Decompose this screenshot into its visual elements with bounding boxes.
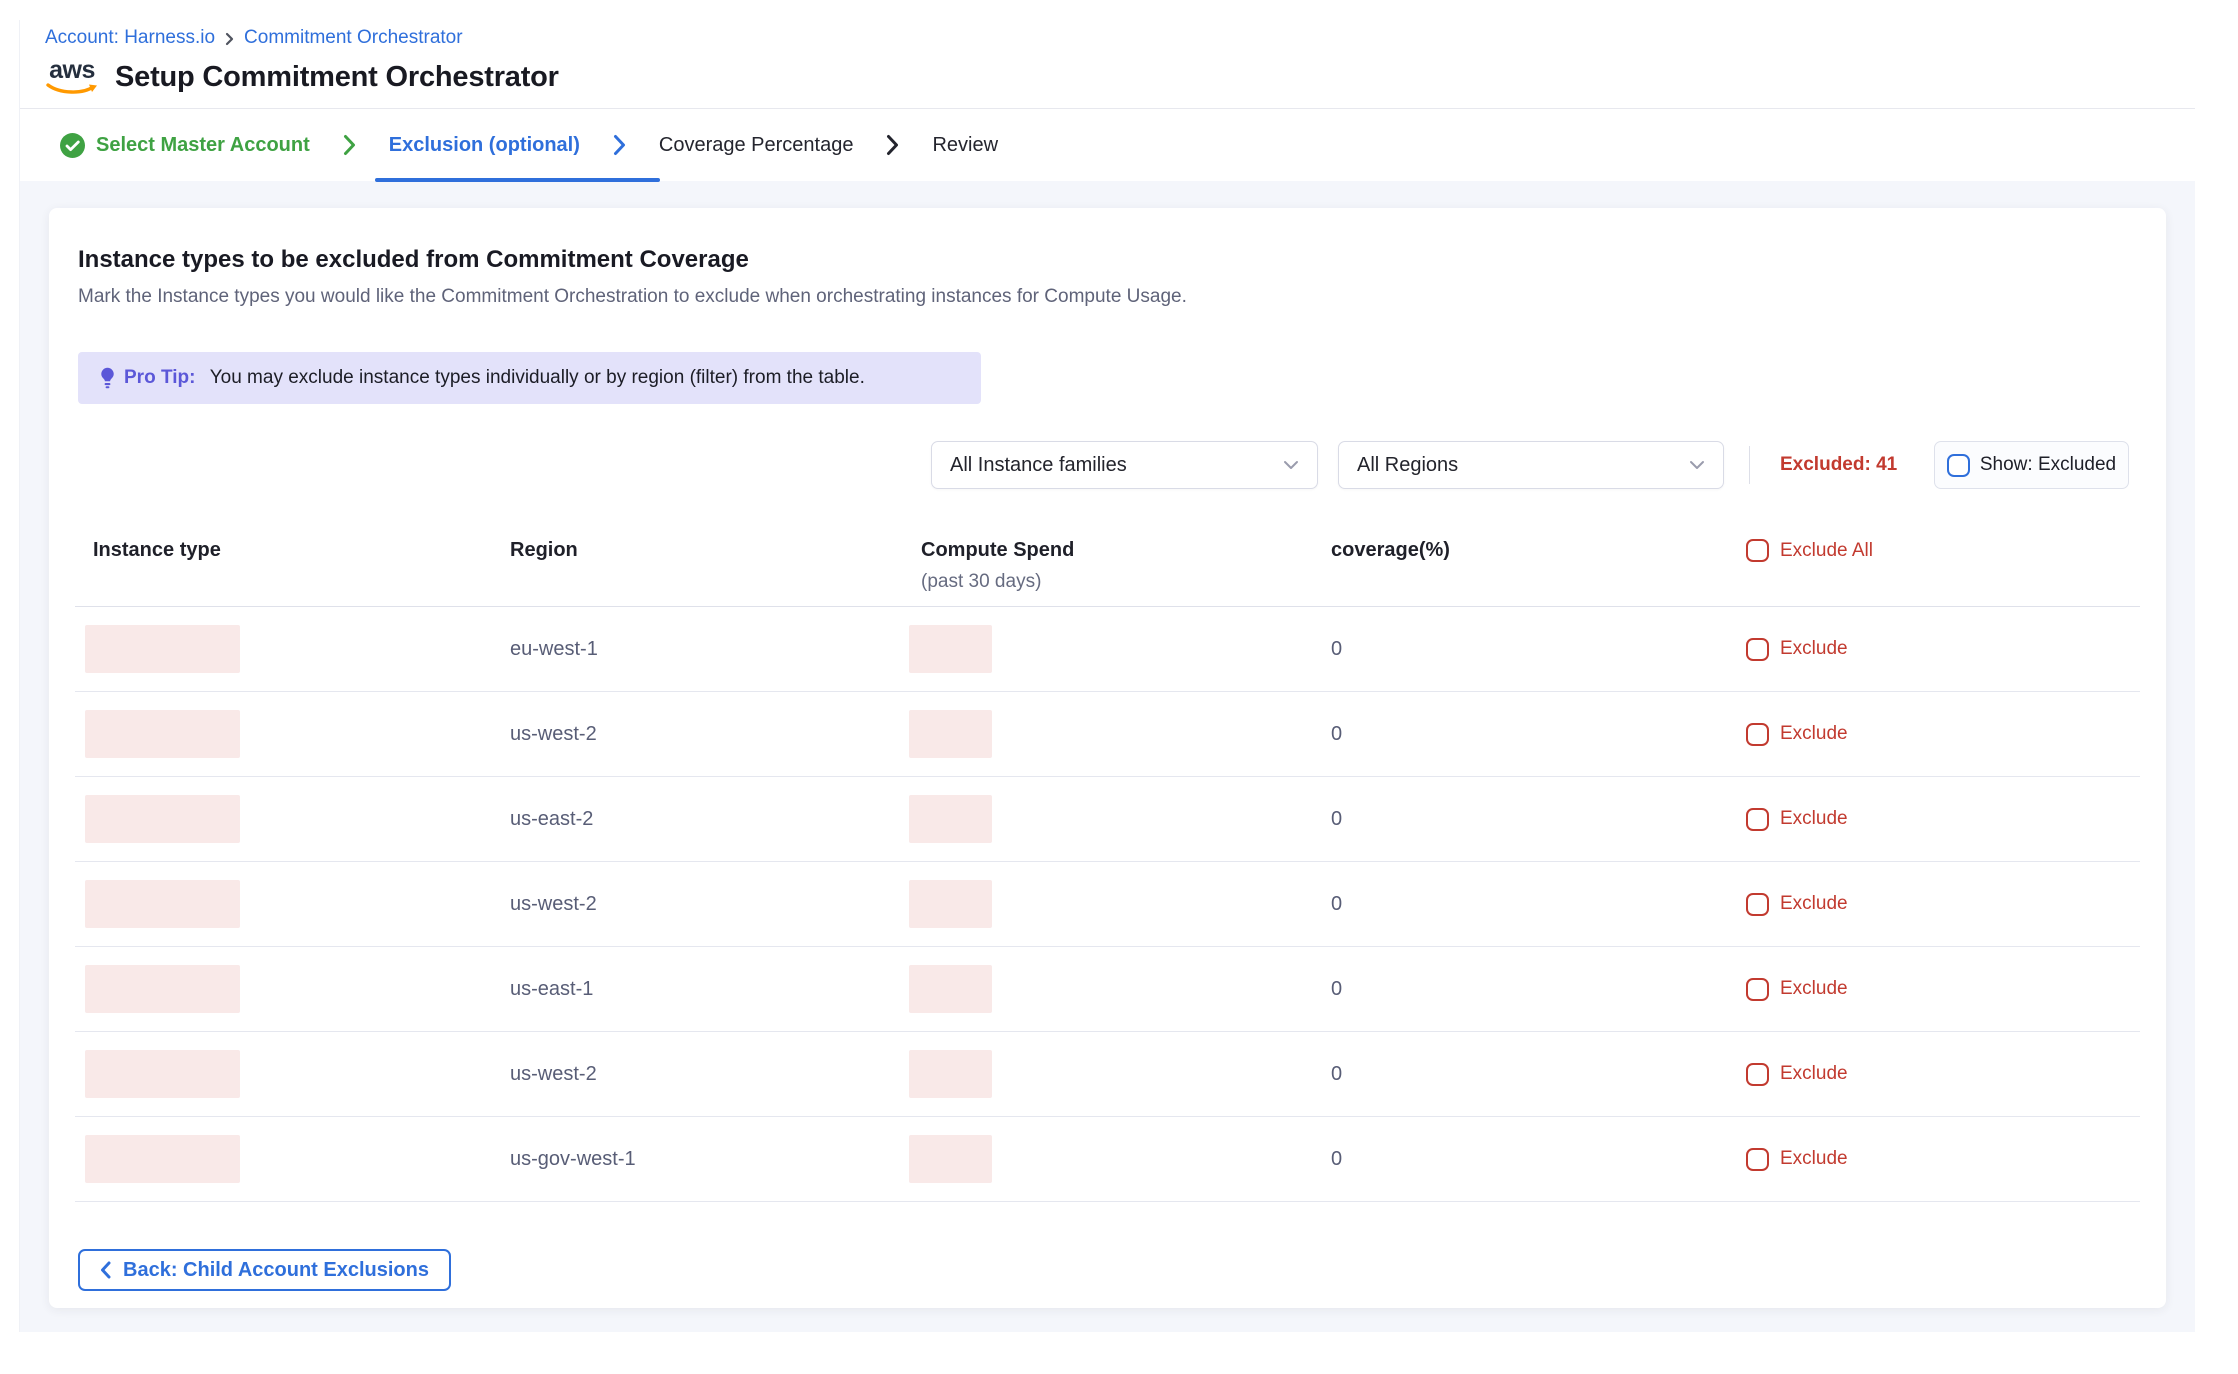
step-exclusion-optional[interactable]: Exclusion (optional) bbox=[389, 134, 580, 157]
table-row: us-gov-west-1 0 Exclude bbox=[75, 1117, 2140, 1202]
column-header-compute-spend: Compute Spend (past 30 days) bbox=[909, 539, 1331, 593]
exclude-checkbox[interactable] bbox=[1746, 723, 1769, 746]
back-button[interactable]: Back: Child Account Exclusions bbox=[78, 1249, 451, 1291]
exclude-label[interactable]: Exclude bbox=[1780, 638, 1848, 660]
compute-spend-redacted bbox=[909, 1050, 992, 1098]
table-row: us-west-2 0 Exclude bbox=[75, 862, 2140, 947]
compute-spend-redacted bbox=[909, 880, 992, 928]
instance-families-dropdown[interactable]: All Instance families bbox=[931, 441, 1318, 489]
instance-type-redacted bbox=[85, 625, 240, 673]
table-row: us-west-2 0 Exclude bbox=[75, 1032, 2140, 1117]
column-header-exclude-all: Exclude All bbox=[1746, 539, 2140, 562]
vertical-divider bbox=[1749, 446, 1750, 484]
exclude-all-checkbox[interactable] bbox=[1746, 539, 1769, 562]
chevron-right-icon bbox=[343, 134, 356, 156]
filter-row: All Instance families All Regions Exclud… bbox=[49, 441, 2166, 491]
table-row: eu-west-1 0 Exclude bbox=[75, 607, 2140, 692]
compute-spend-redacted bbox=[909, 795, 992, 843]
show-excluded-toggle[interactable]: Show: Excluded bbox=[1934, 441, 2129, 489]
compute-spend-redacted bbox=[909, 625, 992, 673]
exclude-checkbox[interactable] bbox=[1746, 1063, 1769, 1086]
check-icon bbox=[59, 132, 86, 159]
card-title: Instance types to be excluded from Commi… bbox=[78, 246, 2128, 274]
exclusion-card: Instance types to be excluded from Commi… bbox=[49, 208, 2166, 1308]
instance-type-redacted bbox=[85, 795, 240, 843]
pro-tip-text: You may exclude instance types individua… bbox=[210, 367, 865, 389]
exclude-label[interactable]: Exclude bbox=[1780, 1148, 1848, 1170]
coverage-cell: 0 bbox=[1331, 1148, 1746, 1171]
breadcrumb-account-link[interactable]: Account: Harness.io bbox=[45, 27, 215, 49]
step-review[interactable]: Review bbox=[932, 134, 998, 157]
exclude-label[interactable]: Exclude bbox=[1780, 808, 1848, 830]
exclude-checkbox[interactable] bbox=[1746, 1148, 1769, 1171]
exclude-checkbox[interactable] bbox=[1746, 978, 1769, 1001]
excluded-count: Excluded: 41 bbox=[1780, 454, 1897, 476]
pro-tip-banner: Pro Tip: You may exclude instance types … bbox=[78, 352, 981, 404]
chevron-down-icon bbox=[1689, 460, 1705, 470]
coverage-cell: 0 bbox=[1331, 1063, 1746, 1086]
instance-type-redacted bbox=[85, 1135, 240, 1183]
compute-spend-redacted bbox=[909, 710, 992, 758]
breadcrumb-page-link[interactable]: Commitment Orchestrator bbox=[244, 27, 463, 49]
chevron-down-icon bbox=[1283, 460, 1299, 470]
table-header-row: Instance type Region Compute Spend (past… bbox=[75, 539, 2140, 607]
exclude-checkbox[interactable] bbox=[1746, 808, 1769, 831]
exclude-label[interactable]: Exclude bbox=[1780, 723, 1848, 745]
region-cell: us-west-2 bbox=[510, 893, 909, 916]
lightbulb-icon bbox=[100, 367, 115, 389]
card-subtitle: Mark the Instance types you would like t… bbox=[78, 286, 2128, 308]
exclude-checkbox[interactable] bbox=[1746, 638, 1769, 661]
column-header-coverage: coverage(%) bbox=[1331, 539, 1746, 562]
region-cell: us-east-2 bbox=[510, 808, 909, 831]
column-header-compute-spend-sub: (past 30 days) bbox=[921, 571, 1331, 593]
table-row: us-east-2 0 Exclude bbox=[75, 777, 2140, 862]
page-title: Setup Commitment Orchestrator bbox=[115, 61, 559, 94]
title-row: aws Setup Commitment Orchestrator bbox=[45, 58, 2195, 96]
page-header: Account: Harness.io Commitment Orchestra… bbox=[20, 20, 2195, 109]
region-cell: eu-west-1 bbox=[510, 638, 909, 661]
exclude-label[interactable]: Exclude bbox=[1780, 893, 1848, 915]
aws-smile-arrow bbox=[45, 83, 99, 96]
chevron-left-icon bbox=[100, 1261, 111, 1279]
compute-spend-redacted bbox=[909, 965, 992, 1013]
breadcrumb: Account: Harness.io Commitment Orchestra… bbox=[45, 27, 2195, 49]
chevron-right-icon bbox=[886, 134, 899, 156]
exclusion-table: Instance type Region Compute Spend (past… bbox=[75, 539, 2140, 1202]
region-cell: us-west-2 bbox=[510, 723, 909, 746]
show-excluded-checkbox[interactable] bbox=[1947, 454, 1970, 477]
exclude-checkbox[interactable] bbox=[1746, 893, 1769, 916]
instance-type-redacted bbox=[85, 1050, 240, 1098]
compute-spend-redacted bbox=[909, 1135, 992, 1183]
exclude-label[interactable]: Exclude bbox=[1780, 978, 1848, 1000]
step-coverage-percentage[interactable]: Coverage Percentage bbox=[659, 134, 854, 157]
instance-type-redacted bbox=[85, 880, 240, 928]
instance-type-redacted bbox=[85, 710, 240, 758]
regions-dropdown[interactable]: All Regions bbox=[1338, 441, 1724, 489]
content-area: Instance types to be excluded from Commi… bbox=[20, 181, 2195, 1332]
exclude-label[interactable]: Exclude bbox=[1780, 1063, 1848, 1085]
table-row: us-east-1 0 Exclude bbox=[75, 947, 2140, 1032]
pro-tip-label: Pro Tip: bbox=[124, 367, 201, 389]
aws-logo: aws bbox=[45, 58, 99, 96]
step-select-master-account[interactable]: Select Master Account bbox=[59, 132, 310, 159]
chevron-right-icon bbox=[613, 134, 626, 156]
instance-type-redacted bbox=[85, 965, 240, 1013]
coverage-cell: 0 bbox=[1331, 638, 1746, 661]
coverage-cell: 0 bbox=[1331, 723, 1746, 746]
table-row: us-west-2 0 Exclude bbox=[75, 692, 2140, 777]
region-cell: us-gov-west-1 bbox=[510, 1148, 909, 1171]
coverage-cell: 0 bbox=[1331, 808, 1746, 831]
app-window: Account: Harness.io Commitment Orchestra… bbox=[19, 20, 2195, 1332]
column-header-region: Region bbox=[510, 539, 909, 562]
coverage-cell: 0 bbox=[1331, 978, 1746, 1001]
wizard-stepper: Select Master Account Exclusion (optiona… bbox=[20, 109, 2195, 181]
coverage-cell: 0 bbox=[1331, 893, 1746, 916]
column-header-instance-type: Instance type bbox=[75, 539, 510, 562]
region-cell: us-east-1 bbox=[510, 978, 909, 1001]
region-cell: us-west-2 bbox=[510, 1063, 909, 1086]
chevron-right-icon bbox=[225, 32, 234, 46]
